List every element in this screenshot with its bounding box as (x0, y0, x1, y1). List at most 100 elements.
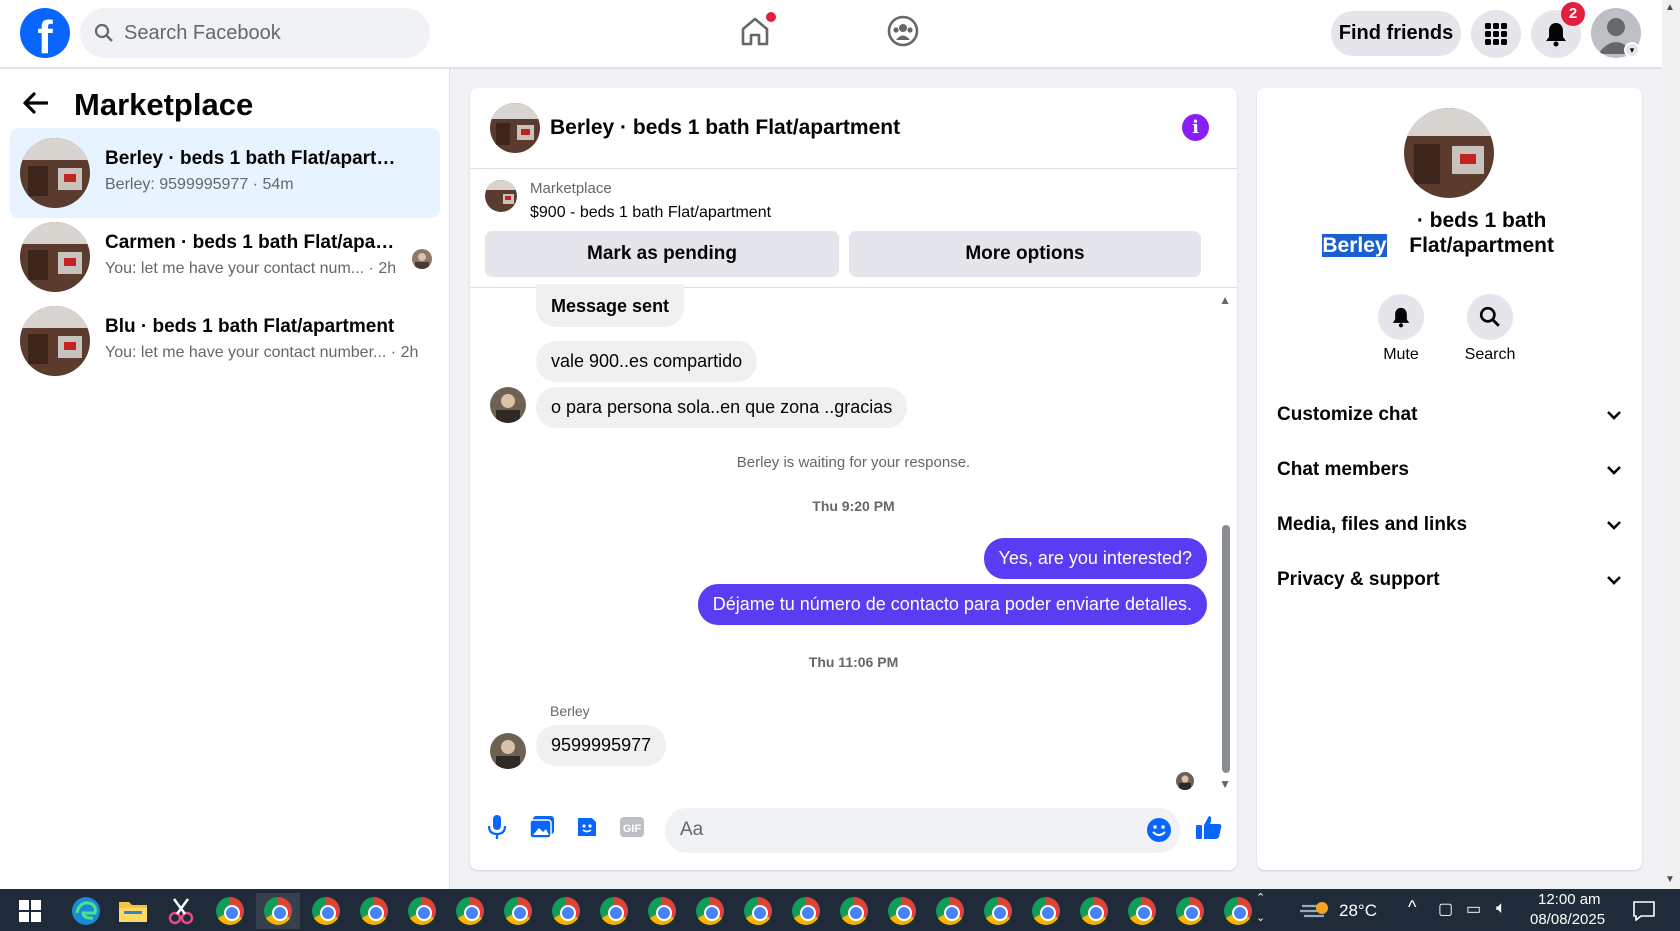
chat-title[interactable]: Berley · beds 1 bath Flat/apartment (550, 116, 900, 140)
chrome-taskbar-icon[interactable] (832, 893, 876, 929)
thumbs-up-icon[interactable] (1192, 810, 1226, 844)
chrome-taskbar-icon[interactable] (1024, 893, 1068, 929)
search-icon (1479, 306, 1500, 327)
chrome-taskbar-icon[interactable] (976, 893, 1020, 929)
chrome-icon (1128, 897, 1156, 925)
media-files-links-section[interactable]: Media, files and links (1277, 505, 1622, 545)
more-options-button[interactable]: More options (849, 231, 1201, 277)
facebook-logo[interactable]: f (20, 8, 70, 58)
outgoing-message: Déjame tu número de contacto para poder … (697, 584, 1207, 625)
conversation-item-blu[interactable]: Blu · beds 1 bath Flat/apartment You: le… (10, 296, 440, 386)
conversation-preview: You: let me have your contact number... … (105, 344, 419, 361)
chrome-taskbar-icon[interactable] (256, 893, 300, 929)
meet-now-icon[interactable]: ▢ (1438, 899, 1453, 919)
message-input-box[interactable] (665, 808, 1180, 853)
privacy-support-section[interactable]: Privacy & support (1277, 560, 1622, 600)
chat-members-section[interactable]: Chat members (1277, 450, 1622, 490)
customize-chat-section[interactable]: Customize chat (1277, 395, 1622, 435)
action-center-icon[interactable] (1622, 893, 1666, 929)
scroll-down-arrow-icon[interactable]: ▼ (1665, 874, 1675, 885)
chrome-icon (504, 897, 532, 925)
search-input[interactable] (124, 21, 404, 45)
incoming-message: 9599995977 (536, 725, 667, 766)
chrome-taskbar-icon[interactable] (928, 893, 972, 929)
mute-label: Mute (1383, 346, 1419, 363)
chrome-taskbar-icon[interactable] (400, 893, 444, 929)
sender-avatar[interactable] (490, 387, 526, 423)
microphone-icon[interactable] (480, 810, 514, 844)
chrome-taskbar-icon[interactable] (1120, 893, 1164, 929)
info-icon[interactable]: i (1182, 114, 1209, 141)
incoming-message: vale 900..es compartido (536, 341, 758, 382)
chrome-taskbar-icon[interactable] (544, 893, 588, 929)
chrome-taskbar-icon[interactable] (304, 893, 348, 929)
notifications-button[interactable]: 2 (1531, 2, 1585, 58)
chat-scrollbar[interactable] (1222, 525, 1230, 773)
search-icon (94, 23, 113, 42)
back-arrow-icon[interactable] (22, 88, 62, 122)
sticker-icon[interactable] (570, 810, 604, 844)
chrome-taskbar-icon[interactable] (784, 893, 828, 929)
home-tab[interactable] (738, 12, 776, 50)
file-explorer-icon[interactable] (111, 893, 155, 929)
chrome-taskbar-icon[interactable] (496, 893, 540, 929)
clock-date[interactable]: 08/08/2025 (1530, 911, 1605, 928)
windows-start-icon[interactable] (8, 893, 52, 929)
chrome-icon (1080, 897, 1108, 925)
network-icon[interactable]: ▭ (1466, 899, 1481, 919)
chrome-taskbar-icon[interactable] (640, 893, 684, 929)
temperature: 28°C (1339, 901, 1377, 920)
sender-avatar[interactable] (490, 733, 526, 769)
scroll-up-arrow-icon[interactable]: ▲ (1219, 293, 1231, 307)
listing-source-label: Marketplace (530, 180, 612, 197)
listing-photo[interactable] (1404, 108, 1494, 198)
marketplace-header: Marketplace (22, 87, 253, 123)
mark-as-pending-button[interactable]: Mark as pending (485, 231, 839, 277)
conversation-item-berley[interactable]: Berley · beds 1 bath Flat/apartment Berl… (10, 128, 440, 218)
chat-header: Berley · beds 1 bath Flat/apartment i (470, 88, 1237, 169)
groups-tab[interactable] (886, 14, 922, 50)
chrome-taskbar-icon[interactable] (880, 893, 924, 929)
chrome-taskbar-icon[interactable] (1072, 893, 1116, 929)
chrome-icon (696, 897, 724, 925)
chrome-icon (600, 897, 628, 925)
tray-overflow-chevron-icon[interactable]: ^ (1408, 897, 1416, 918)
chrome-taskbar-icon[interactable] (1216, 893, 1260, 929)
chrome-taskbar-icon[interactable] (592, 893, 636, 929)
chrome-taskbar-icon[interactable] (208, 893, 252, 929)
chrome-taskbar-icon[interactable] (688, 893, 732, 929)
find-friends-button[interactable]: Find friends (1331, 11, 1461, 56)
chrome-icon (456, 897, 484, 925)
conversation-item-carmen[interactable]: Carmen · beds 1 bath Flat/apart... You: … (10, 212, 440, 302)
weather-icon[interactable] (1292, 893, 1336, 929)
chrome-icon (744, 897, 772, 925)
scroll-up-arrow-icon[interactable]: ▲ (1665, 2, 1675, 13)
clock-time[interactable]: 12:00 am (1538, 891, 1601, 908)
page-scrollbar[interactable]: ▲ ▼ (1662, 0, 1680, 889)
chevron-down-icon (1607, 466, 1621, 475)
search-in-chat-button[interactable]: Search (1460, 294, 1520, 364)
chrome-taskbar-icon[interactable] (736, 893, 780, 929)
gif-icon[interactable]: GIF (615, 810, 649, 844)
photo-icon[interactable] (525, 810, 559, 844)
message-input[interactable] (680, 816, 1110, 844)
listing-price: $900 - beds 1 bath Flat/apartment (530, 204, 772, 221)
mute-button[interactable]: Mute (1371, 294, 1431, 364)
chat-thumbnail[interactable] (490, 103, 540, 153)
top-navigation-bar: f Find friends 2 ▾ (0, 0, 1662, 68)
chrome-taskbar-icon[interactable] (352, 893, 396, 929)
account-chevron-down-icon[interactable]: ▾ (1624, 42, 1640, 58)
chrome-taskbar-icon[interactable] (448, 893, 492, 929)
emoji-icon[interactable] (1146, 817, 1172, 848)
menu-button[interactable] (1471, 10, 1521, 58)
search-box[interactable] (80, 8, 430, 58)
chrome-taskbar-icon[interactable] (1168, 893, 1212, 929)
chevron-down-icon (1607, 576, 1621, 585)
listing-summary[interactable]: Marketplace $900 - beds 1 bath Flat/apar… (485, 180, 1225, 230)
volume-icon[interactable]: 🔈︎ (1496, 898, 1506, 918)
edge-browser-icon[interactable] (64, 893, 108, 929)
snipping-tool-icon[interactable] (159, 893, 203, 929)
taskbar-scroll-down-icon[interactable]: ⌄ (1256, 911, 1265, 924)
message-composer: GIF (470, 788, 1237, 868)
taskbar-scroll-up-icon[interactable]: ⌃ (1256, 891, 1265, 904)
